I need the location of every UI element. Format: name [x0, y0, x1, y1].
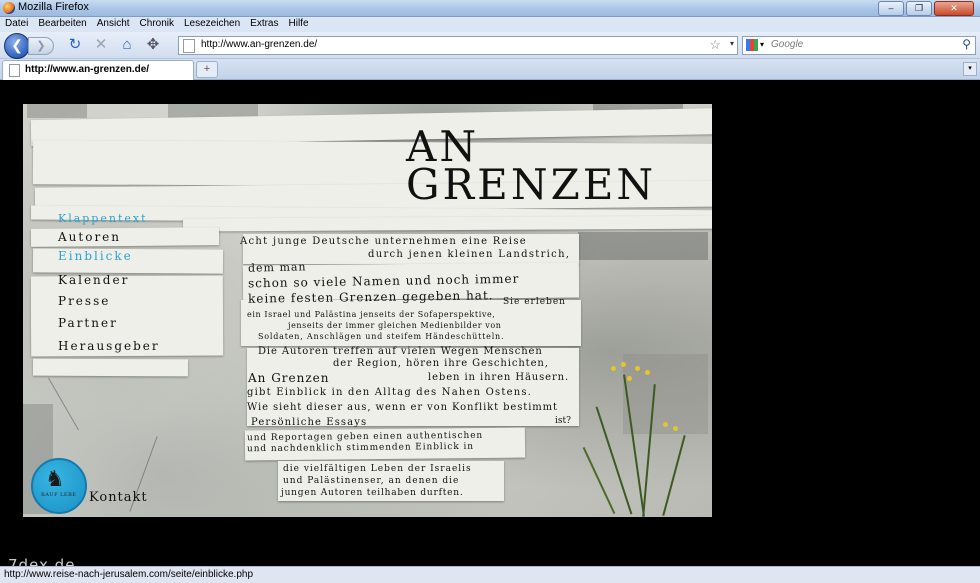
search-engine-dropdown-icon[interactable]: ▾ [760, 40, 764, 49]
blurb-line: Soldaten, Anschlägen und steifem Händesc… [258, 332, 505, 341]
blurb-line: leben in ihren Häusern. [428, 372, 570, 383]
wall-background: AN GRENZEN Klappentext Autoren Einblicke… [23, 104, 712, 517]
blurb-line: gibt Einblick in den Alltag des Nahen Os… [247, 387, 533, 398]
plant-stem [582, 446, 616, 515]
paper-strip [182, 215, 712, 232]
flower [635, 366, 640, 371]
wall-stain [27, 104, 87, 118]
maximize-button[interactable]: ❐ [906, 1, 932, 16]
firefox-icon [3, 2, 15, 14]
blurb-line: An Grenzen [248, 371, 330, 385]
page-content: AN GRENZEN Klappentext Autoren Einblicke… [0, 80, 980, 566]
menu-hilfe[interactable]: Hilfe [284, 17, 314, 32]
publisher-badge[interactable]: ♞ RAUF LEBE [31, 458, 87, 514]
menu-datei[interactable]: Datei [0, 17, 33, 32]
tab-bar: http://www.an-grenzen.de/ + ▾ [0, 59, 980, 80]
nav-presse[interactable]: Presse [58, 294, 110, 308]
window-title: Mozilla Firefox [18, 1, 89, 13]
tab-title[interactable]: http://www.an-grenzen.de/ [25, 64, 149, 75]
horse-icon: ♞ [45, 466, 65, 491]
logo-grenzen: GRENZEN [406, 160, 657, 209]
blurb-line: Acht junge Deutsche unternehmen eine Rei… [240, 236, 527, 247]
address-bar[interactable]: http://www.an-grenzen.de/ ☆ ▾ [178, 36, 738, 55]
new-tab-button[interactable]: + [196, 61, 218, 78]
navigation-toolbar: ❮ ❯ ↻ ✕ ⌂ ✥ http://www.an-grenzen.de/ ☆ … [0, 32, 980, 59]
search-input[interactable]: Google [771, 39, 803, 50]
menu-extras[interactable]: Extras [245, 17, 283, 32]
paper-strip [32, 358, 189, 377]
blurb-line: jenseits der immer gleichen Medienbilder… [288, 321, 502, 330]
plant-stem [662, 435, 686, 516]
list-all-tabs-button[interactable]: ▾ [963, 62, 977, 76]
nav-partner[interactable]: Partner [58, 316, 118, 330]
menu-bearbeiten[interactable]: Bearbeiten [33, 17, 91, 32]
flower [663, 422, 668, 427]
nav-autoren[interactable]: Autoren [58, 230, 121, 244]
menu-bar: Datei Bearbeiten Ansicht Chronik Lesezei… [0, 17, 980, 32]
nav-herausgeber[interactable]: Herausgeber [58, 339, 160, 353]
blurb-line: Sie erleben [503, 297, 566, 307]
blurb-line: jungen Autoren teilhaben durften. [281, 488, 464, 498]
wall-stain [578, 232, 708, 260]
menu-lesezeichen[interactable]: Lesezeichen [179, 17, 245, 32]
forward-button[interactable]: ❯ [28, 37, 54, 55]
blurb-line: Die Autoren treffen auf vielen Wegen Men… [258, 346, 543, 357]
blurb-line: und Palästinenser, an denen die [283, 476, 460, 486]
blurb-line: ist? [555, 416, 571, 426]
blurb-line: der Region, hören ihre Geschichten, [333, 358, 549, 369]
blurb-line: die vielfältigen Leben der Israelis [283, 464, 472, 474]
status-text: http://www.reise-nach-jerusalem.com/seit… [4, 569, 253, 580]
flower [645, 370, 650, 375]
nav-einblicke[interactable]: Einblicke [58, 249, 133, 263]
google-icon[interactable] [746, 39, 758, 51]
status-bar: http://www.reise-nach-jerusalem.com/seit… [0, 566, 980, 583]
address-dropdown-icon[interactable]: ▾ [730, 39, 734, 48]
nav-kalender[interactable]: Kalender [58, 273, 129, 287]
back-button[interactable]: ❮ [4, 33, 30, 59]
contact-link[interactable]: Kontakt [89, 490, 148, 505]
flower [673, 426, 678, 431]
minimize-button[interactable]: – [878, 1, 904, 16]
badge-text: RAUF LEBE [41, 492, 77, 498]
address-text[interactable]: http://www.an-grenzen.de/ [201, 39, 317, 50]
bookmark-star-icon[interactable]: ☆ [709, 37, 721, 53]
reload-icon[interactable]: ↻ [66, 36, 84, 54]
stop-icon[interactable]: ✕ [92, 36, 110, 54]
menu-ansicht[interactable]: Ansicht [92, 17, 135, 32]
flower [627, 376, 632, 381]
menu-chronik[interactable]: Chronik [135, 17, 179, 32]
home-icon[interactable]: ⌂ [118, 36, 136, 54]
flower [611, 366, 616, 371]
blurb-line: durch jenen kleinen Landstrich, [368, 249, 571, 260]
search-bar[interactable]: ▾ Google ⚲ [742, 36, 976, 55]
blurb-line: Persönliche Essays [251, 417, 368, 428]
close-button[interactable]: ✕ [934, 1, 974, 16]
tab-page-icon [9, 64, 20, 77]
window-titlebar: Mozilla Firefox – ❐ ✕ [0, 0, 980, 17]
blurb-line: Wie sieht dieser aus, wenn er von Konfli… [247, 402, 558, 413]
tab-active[interactable]: http://www.an-grenzen.de/ [2, 60, 194, 80]
window-controls: – ❐ ✕ [878, 1, 974, 16]
addon-icon[interactable]: ✥ [144, 36, 162, 54]
flower [621, 362, 626, 367]
blurb-line: dem man [247, 260, 307, 275]
nav-klappentext[interactable]: Klappentext [58, 212, 148, 225]
page-icon [183, 39, 195, 53]
search-icon[interactable]: ⚲ [962, 37, 971, 51]
blurb-line: ein Israel und Palästina jenseits der So… [247, 310, 496, 319]
